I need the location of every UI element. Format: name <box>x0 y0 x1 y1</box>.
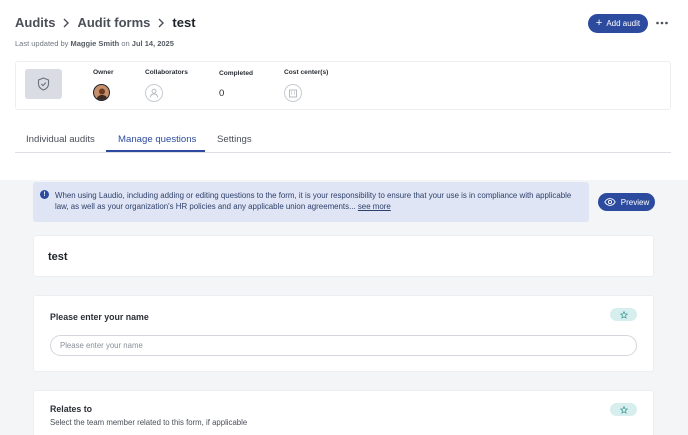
audit-info-card: Owner Collaborators Completed 0 Cost cen… <box>15 61 671 110</box>
cost-centers-label: Cost center(s) <box>284 69 329 76</box>
question-subtitle: Select the team member related to this f… <box>50 418 248 427</box>
plus-icon: + <box>595 17 603 29</box>
completed-value: 0 <box>219 88 225 99</box>
add-cost-center-button[interactable] <box>284 84 302 102</box>
tab-bar: Individual audits Manage questions Setti… <box>15 128 671 153</box>
last-updated: Last updated by Maggie Smith on Jul 14, … <box>15 39 174 48</box>
collaborators-label: Collaborators <box>145 69 188 76</box>
active-tab-indicator <box>106 150 205 152</box>
more-horizontal-icon <box>656 21 668 25</box>
preview-label: Preview <box>620 197 650 207</box>
required-toggle[interactable] <box>610 308 637 321</box>
breadcrumb-current: test <box>172 15 196 30</box>
form-icon-box <box>25 69 62 99</box>
person-photo-icon <box>96 88 107 100</box>
question-card-name: Please enter your name <box>33 295 654 372</box>
breadcrumb-audit-forms[interactable]: Audit forms <box>77 15 150 30</box>
owner-label: Owner <box>93 69 114 76</box>
owner-column: Owner <box>93 69 114 101</box>
chevron-right-icon <box>63 18 70 27</box>
cost-centers-value <box>284 84 302 102</box>
notice-body: When using Laudio, including adding or e… <box>55 191 572 211</box>
add-audit-label: Add audit <box>606 19 641 28</box>
last-updated-user: Maggie Smith <box>70 39 120 48</box>
form-title: test <box>48 251 68 263</box>
tab-settings[interactable]: Settings <box>217 134 252 145</box>
collaborators-value <box>145 84 163 102</box>
question-title: Please enter your name <box>50 312 149 322</box>
more-options-button[interactable] <box>654 15 670 31</box>
question-title: Relates to <box>50 404 93 414</box>
last-updated-prefix: Last updated by <box>15 39 69 48</box>
add-audit-button[interactable]: + Add audit <box>588 14 648 33</box>
required-toggle[interactable] <box>610 403 637 416</box>
preview-button[interactable]: Preview <box>598 193 655 211</box>
last-updated-on: on <box>121 39 130 48</box>
compliance-notice: ! When using Laudio, including adding or… <box>33 182 589 222</box>
chevron-right-icon <box>158 18 165 27</box>
form-title-card: test <box>33 235 654 277</box>
shield-check-icon <box>37 77 50 91</box>
tab-individual-audits[interactable]: Individual audits <box>26 134 95 145</box>
building-icon <box>289 89 297 98</box>
see-more-link[interactable]: see more <box>358 202 391 211</box>
question-card-relates-to: Relates to Select the team member relate… <box>33 390 654 435</box>
completed-label: Completed <box>219 70 254 77</box>
cost-centers-column: Cost center(s) <box>284 69 329 102</box>
user-icon <box>149 88 159 98</box>
notice-text: When using Laudio, including adding or e… <box>55 191 585 212</box>
breadcrumb-audits[interactable]: Audits <box>15 15 55 30</box>
completed-column: Completed 0 <box>219 70 254 99</box>
last-updated-date: Jul 14, 2025 <box>131 39 174 48</box>
owner-avatar[interactable] <box>93 84 110 101</box>
name-input[interactable] <box>50 335 637 356</box>
info-icon: ! <box>40 190 49 199</box>
add-collaborator-button[interactable] <box>145 84 163 102</box>
breadcrumb: Audits Audit forms test <box>15 15 196 30</box>
collaborators-column: Collaborators <box>145 69 188 102</box>
tab-manage-questions[interactable]: Manage questions <box>118 134 196 145</box>
owner-avatar-wrap <box>93 84 110 101</box>
eye-icon <box>604 198 616 206</box>
star-icon <box>619 405 628 414</box>
star-icon <box>619 310 628 319</box>
